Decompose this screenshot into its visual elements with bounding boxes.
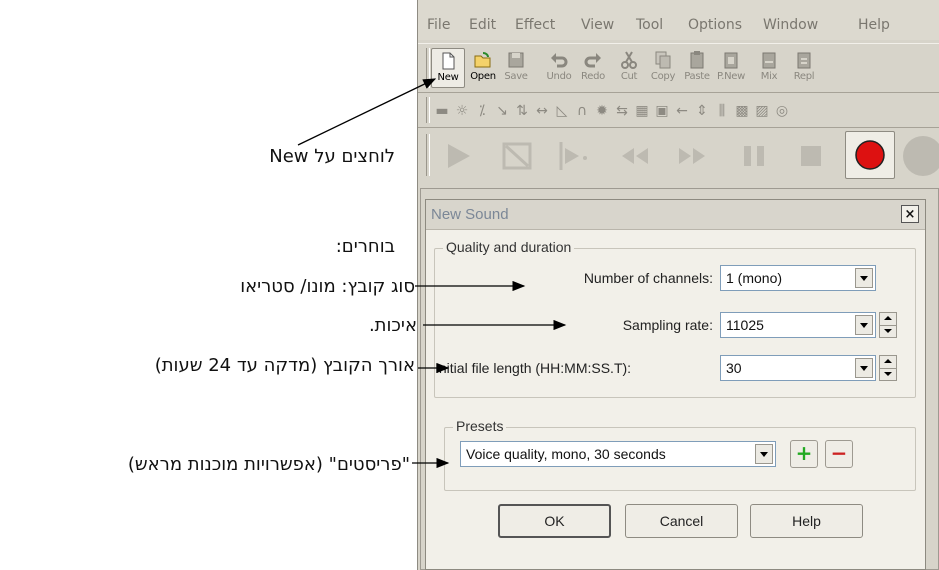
arrow-to-new <box>297 78 437 146</box>
annotation-arrows <box>297 78 567 469</box>
